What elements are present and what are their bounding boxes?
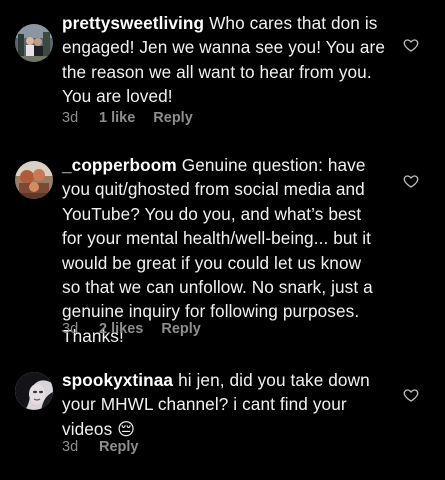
- comment-body-line: the reason we all want to hear from you.: [62, 61, 372, 82]
- reply-button[interactable]: Reply: [153, 110, 193, 126]
- comment-body-line: genuine inquiry for following purposes.: [62, 301, 360, 322]
- comment-meta: 3d 2 likes Reply: [62, 321, 201, 337]
- comment-body-line: Genuine question: have: [181, 155, 366, 175]
- comment-timestamp: 3d: [62, 110, 79, 126]
- comment-text: _copperboom Genuine question: have you qu…: [62, 153, 392, 348]
- avatar-photo-icon: [15, 24, 53, 62]
- user-avatar[interactable]: [15, 372, 53, 410]
- comment-body-line: engaged! Jen we wanna see you! You are: [62, 37, 385, 58]
- comment-likes-link[interactable]: 2 likes: [99, 321, 143, 337]
- comment-text: prettysweetliving Who cares that don is e…: [62, 11, 392, 109]
- comment-text: spookyxtinaa hi jen, did you take down yo…: [62, 368, 392, 441]
- comment-body-line: you quit/ghosted from social media and: [62, 179, 365, 200]
- heart-outline-icon: [403, 389, 419, 402]
- comment-body-line: your MHWL channel? i cant find your: [62, 394, 347, 415]
- comment-meta: 3d 1 like Reply: [62, 110, 193, 126]
- comment-body-line: so that we can unfollow. No snark, just …: [62, 277, 373, 298]
- comment-timestamp: 3d: [62, 321, 79, 337]
- comment-body-line: YouTube? You do you, and what’s best: [62, 203, 362, 224]
- comment-body-line: would be great if you could let us know: [62, 252, 362, 273]
- like-button[interactable]: [403, 387, 419, 403]
- comment-username[interactable]: prettysweetliving: [62, 13, 204, 33]
- comment-body-line: You are loved!: [62, 86, 173, 107]
- comment-body-line: Who cares that don is: [209, 13, 378, 33]
- user-avatar[interactable]: [15, 24, 53, 62]
- comment-body-line: hi jen, did you take down: [178, 370, 370, 390]
- comment-body-line: for your mental health/well-being... but…: [62, 228, 372, 249]
- like-button[interactable]: [403, 37, 419, 53]
- like-button[interactable]: [403, 173, 419, 189]
- comment-username[interactable]: _copperboom: [62, 155, 177, 175]
- heart-outline-icon: [403, 175, 419, 188]
- comment-timestamp: 3d: [62, 439, 79, 455]
- comment-body-line: videos 😔: [62, 418, 136, 439]
- reply-button[interactable]: Reply: [161, 321, 201, 337]
- comment-meta: 3d Reply: [62, 439, 139, 455]
- heart-outline-icon: [403, 39, 419, 52]
- avatar-photo-icon: [15, 372, 53, 410]
- comment-likes-link[interactable]: 1 like: [99, 110, 135, 126]
- comment-username[interactable]: spookyxtinaa: [62, 370, 173, 390]
- user-avatar[interactable]: [15, 161, 53, 199]
- avatar-photo-icon: [15, 161, 53, 199]
- reply-button[interactable]: Reply: [99, 439, 139, 455]
